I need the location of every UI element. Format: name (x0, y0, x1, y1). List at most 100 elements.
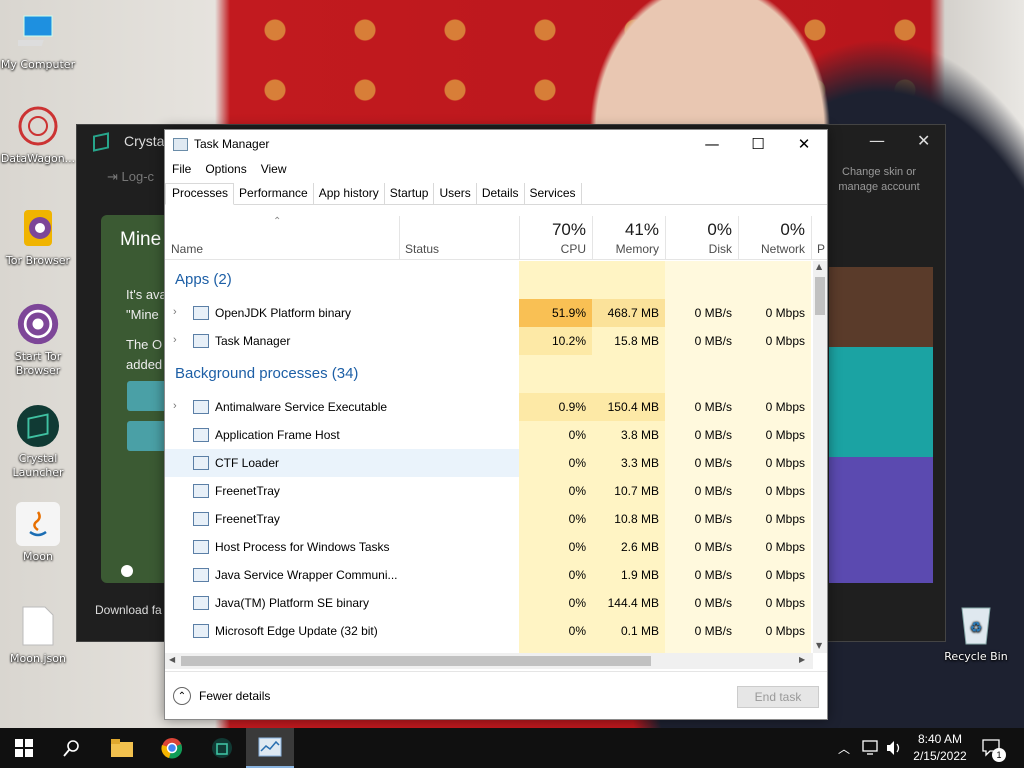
process-icon (193, 512, 209, 526)
tab-startup[interactable]: Startup (385, 183, 435, 204)
taskbar-crystal-launcher[interactable] (198, 728, 246, 768)
group-background: Background processes (34) (175, 365, 359, 382)
clock[interactable]: 8:40 AM 2/15/2022 (908, 731, 972, 765)
crystal-skin-link[interactable]: Change skin or manage account (829, 165, 929, 195)
column-network[interactable]: 0% Network (738, 216, 811, 260)
expand-chevron-icon[interactable]: › (173, 306, 177, 318)
notification-badge: 1 (992, 748, 1006, 762)
desktop-icon-recycle-bin[interactable]: ♻ Recycle Bin (936, 602, 1016, 664)
process-cpu: 0% (568, 624, 586, 638)
expand-chevron-icon[interactable]: › (173, 334, 177, 346)
horizontal-scroll-thumb[interactable] (181, 656, 651, 666)
process-row[interactable]: Java Service Wrapper Communi... 0% 1.9 MB 0… (165, 561, 813, 589)
column-status[interactable]: Status (399, 216, 519, 260)
recycle-bin-icon: ♻ (954, 602, 998, 646)
vertical-scroll-thumb[interactable] (815, 277, 825, 315)
tab-services[interactable]: Services (525, 183, 582, 204)
process-row[interactable]: Microsoft Edge Update (32 bit) 0% 0.1 MB 0 … (165, 617, 813, 645)
news-button-2[interactable] (127, 421, 167, 451)
start-button[interactable] (0, 728, 48, 768)
process-row[interactable]: › Antimalware Service Executable 0.9% 150.4… (165, 393, 813, 421)
group-apps: Apps (2) (175, 271, 232, 288)
taskbar-chrome[interactable] (148, 728, 196, 768)
crystal-logout-button[interactable]: ⇥ Log-c (107, 169, 154, 185)
menu-file[interactable]: File (165, 159, 198, 181)
crystal-minimize-button[interactable]: — (869, 131, 885, 150)
column-power[interactable]: P (811, 216, 827, 260)
fewer-details-button[interactable]: ⌃ Fewer details (173, 687, 270, 705)
process-disk: 0 MB/s (694, 456, 732, 470)
action-center-button[interactable]: 1 (982, 728, 1006, 768)
scroll-left-icon[interactable]: ◀ (169, 655, 175, 664)
tab-details[interactable]: Details (477, 183, 525, 204)
expand-chevron-icon[interactable]: › (173, 400, 177, 412)
desktop-icon-my-computer[interactable]: My Computer (0, 10, 76, 72)
process-row[interactable]: › OpenJDK Platform binary 51.9% 468.7 MB 0 M… (165, 299, 813, 327)
news-text-2: The Oadded (126, 337, 163, 372)
desktop-icon-datawagon[interactable]: DataWagon... (0, 104, 76, 166)
process-disk: 0 MB/s (694, 306, 732, 320)
scroll-right-icon[interactable]: ▶ (799, 655, 805, 664)
process-disk: 0 MB/s (694, 568, 732, 582)
end-task-button[interactable]: End task (737, 686, 819, 708)
volume-icon[interactable] (886, 728, 904, 768)
folder-icon (111, 739, 133, 757)
process-disk: 0 MB/s (694, 484, 732, 498)
tab-performance[interactable]: Performance (234, 183, 314, 204)
scroll-up-icon[interactable]: ▲ (816, 262, 822, 271)
column-memory[interactable]: 41% Memory (592, 216, 665, 260)
column-disk[interactable]: 0% Disk (665, 216, 738, 260)
taskbar-task-manager[interactable] (246, 728, 294, 768)
desktop-icon-crystal-launcher[interactable]: Crystal Launcher (0, 404, 76, 480)
process-row[interactable]: Application Frame Host 0% 3.8 MB 0 MB/s 0 Mb… (165, 421, 813, 449)
task-manager-window[interactable]: Task Manager — ☐ ✕ File Options View Pro… (164, 129, 828, 720)
desktop-icon-start-tor-browser[interactable]: Start Tor Browser (0, 302, 76, 378)
process-name: Java(TM) Platform SE binary (215, 596, 370, 610)
scroll-down-icon[interactable]: ▼ (816, 641, 822, 650)
news-button-1[interactable] (127, 381, 167, 411)
tab-app-history[interactable]: App history (314, 183, 385, 204)
desktop-icon-moon[interactable]: Moon (0, 502, 76, 564)
tab-users[interactable]: Users (434, 183, 477, 204)
taskbar-file-explorer[interactable] (98, 728, 146, 768)
process-row[interactable]: FreenetTray 0% 10.7 MB 0 MB/s 0 Mbps (165, 477, 813, 505)
close-button[interactable]: ✕ (781, 130, 827, 158)
minimize-button[interactable]: — (689, 130, 735, 158)
desktop-icon-moon-json[interactable]: Moon.json (0, 604, 76, 666)
taskbar: ︿ 8:40 AM 2/15/2022 1 (0, 728, 1024, 768)
process-name: Antimalware Service Executable (215, 400, 388, 414)
process-name: FreenetTray (215, 484, 280, 498)
horizontal-scrollbar[interactable]: ◀ ▶ (165, 653, 813, 669)
process-network: 0 Mbps (765, 540, 805, 554)
process-disk: 0 MB/s (694, 334, 732, 348)
process-icon (193, 456, 209, 470)
title-bar[interactable]: Task Manager — ☐ ✕ (165, 130, 827, 158)
network-icon[interactable] (862, 728, 880, 768)
column-cpu[interactable]: 70% CPU (519, 216, 592, 260)
process-memory: 150.4 MB (592, 393, 665, 421)
process-cpu: 10.2% (519, 327, 592, 355)
news-title: Mine (120, 229, 162, 250)
process-disk: 0 MB/s (694, 624, 732, 638)
process-row[interactable]: FreenetTray 0% 10.8 MB 0 MB/s 0 Mbps (165, 505, 813, 533)
desktop-icon-tor-browser[interactable]: Tor Browser (0, 206, 76, 268)
process-row[interactable]: Host Process for Windows Tasks 0% 2.6 MB 0 … (165, 533, 813, 561)
process-cpu: 0% (568, 540, 586, 554)
show-hidden-icons-button[interactable]: ︿ (838, 728, 850, 768)
tab-processes[interactable]: Processes (165, 183, 235, 205)
crystal-close-button[interactable]: ✕ (917, 131, 930, 150)
process-row[interactable]: › Task Manager 10.2% 15.8 MB 0 MB/s 0 Mbps (165, 327, 813, 355)
vertical-scrollbar[interactable]: ▲ ▼ (813, 261, 827, 653)
search-button[interactable] (48, 728, 96, 768)
task-manager-icon (173, 138, 188, 151)
menu-view[interactable]: View (254, 159, 294, 181)
process-row[interactable]: Java(TM) Platform SE binary 0% 144.4 MB 0 M… (165, 589, 813, 617)
menu-options[interactable]: Options (198, 159, 253, 181)
process-network: 0 Mbps (765, 624, 805, 638)
column-name[interactable]: Name (165, 216, 399, 260)
maximize-button[interactable]: ☐ (735, 130, 781, 158)
process-cpu: 0% (568, 596, 586, 610)
process-memory: 3.3 MB (620, 456, 659, 470)
carousel-dot[interactable] (121, 565, 133, 577)
process-row[interactable]: CTF Loader 0% 3.3 MB 0 MB/s 0 Mbps (165, 449, 813, 477)
